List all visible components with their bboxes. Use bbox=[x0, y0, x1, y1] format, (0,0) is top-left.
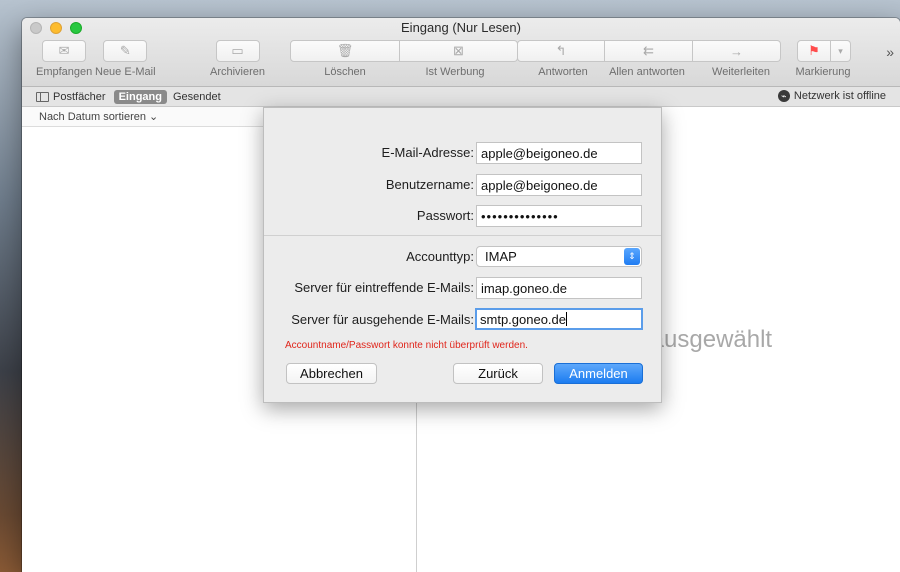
username-row: Benutzername: bbox=[264, 177, 474, 192]
email-field[interactable]: apple@beigoneo.de bbox=[476, 142, 642, 164]
reply-all-label: Allen antworten bbox=[609, 66, 685, 78]
forward-arrow-icon: → bbox=[730, 43, 743, 59]
outgoing-server-field[interactable]: smtp.goneo.de bbox=[475, 308, 643, 330]
username-field[interactable]: apple@beigoneo.de bbox=[476, 174, 642, 196]
flag-icon: ⚑ bbox=[808, 43, 820, 58]
favorites-bar: Postfächer Eingang Gesendet ⌁ Netzwerk i… bbox=[22, 87, 900, 107]
delete-junk-segment: 🗑︎ ⊠ bbox=[290, 40, 518, 62]
email-label: E-Mail-Adresse: bbox=[381, 145, 474, 160]
password-row: Passwort: bbox=[264, 208, 474, 223]
sign-in-button[interactable]: Anmelden bbox=[554, 363, 643, 384]
reply-button[interactable]: ↰ bbox=[517, 40, 605, 62]
junk-label: Ist Werbung bbox=[425, 66, 485, 78]
reply-all-button[interactable]: ⇇ bbox=[605, 40, 693, 62]
flag-button[interactable]: ⚑ bbox=[797, 40, 831, 62]
junk-button[interactable]: ⊠ bbox=[400, 40, 518, 62]
account-type-value: IMAP bbox=[485, 249, 517, 264]
account-type-label: Accounttyp: bbox=[406, 249, 474, 264]
reply-all-arrow-icon: ⇇ bbox=[643, 43, 654, 58]
add-account-dialog: E-Mail-Adresse: apple@beigoneo.de Benutz… bbox=[263, 107, 662, 403]
reply-arrow-icon: ↰ bbox=[555, 43, 567, 58]
incoming-server-label: Server für eintreffende E-Mails: bbox=[294, 280, 474, 295]
archive-box-icon: ▭ bbox=[215, 40, 260, 62]
mailboxes-label: Postfächer bbox=[53, 90, 106, 103]
password-label: Passwort: bbox=[416, 208, 474, 223]
forward-button[interactable]: → bbox=[693, 40, 781, 62]
new-mail-label: Neue E-Mail bbox=[95, 66, 156, 78]
offline-icon: ⌁ bbox=[777, 90, 790, 102]
incoming-row: Server für eintreffende E-Mails: bbox=[264, 280, 474, 295]
dialog-separator bbox=[264, 235, 661, 236]
account-type-select[interactable]: IMAP ⇕ bbox=[476, 246, 642, 267]
delete-button[interactable]: 🗑︎ bbox=[290, 40, 400, 62]
text-caret bbox=[566, 312, 568, 326]
get-mail-label: Empfangen bbox=[36, 66, 93, 78]
toolbar: Eingang (Nur Lesen) ✉ Empfangen ✎ Neue E… bbox=[22, 18, 900, 87]
favorite-inbox[interactable]: Eingang bbox=[113, 89, 167, 104]
email-row: E-Mail-Adresse: bbox=[264, 145, 474, 160]
compose-icon: ✎ bbox=[103, 40, 148, 62]
incoming-server-field[interactable]: imap.goneo.de bbox=[476, 277, 642, 299]
error-message: Accountname/Passwort konnte nicht überpr… bbox=[285, 340, 528, 351]
flag-segment: ⚑ ▾ bbox=[797, 40, 851, 62]
favorite-sent[interactable]: Gesendet bbox=[173, 91, 221, 103]
reply-segment: ↰ ⇇ → bbox=[517, 40, 781, 62]
archive-label: Archivieren bbox=[210, 66, 266, 78]
cancel-button[interactable]: Abbrechen bbox=[286, 363, 377, 384]
flag-label: Markierung bbox=[795, 66, 851, 78]
chevron-down-icon: ▾ bbox=[838, 45, 843, 56]
password-field[interactable]: •••••••••••••• bbox=[476, 205, 642, 227]
mailboxes-button[interactable]: Postfächer bbox=[36, 91, 106, 103]
flag-menu-button[interactable]: ▾ bbox=[831, 40, 851, 62]
junk-bin-icon: ⊠ bbox=[453, 43, 464, 58]
network-status[interactable]: ⌁ Netzwerk ist offline bbox=[777, 90, 886, 102]
username-label: Benutzername: bbox=[385, 177, 474, 192]
forward-label: Weiterleiten bbox=[712, 66, 770, 78]
select-arrows-icon: ⇕ bbox=[624, 248, 640, 265]
reply-label: Antworten bbox=[538, 66, 588, 78]
envelope-icon: ✉ bbox=[42, 40, 87, 62]
back-button[interactable]: Zurück bbox=[453, 363, 543, 384]
outgoing-server-label: Server für ausgehende E-Mails: bbox=[291, 312, 474, 327]
outgoing-row: Server für ausgehende E-Mails: bbox=[264, 312, 474, 327]
outgoing-server-value: smtp.goneo.de bbox=[480, 312, 567, 327]
trash-icon: 🗑︎ bbox=[336, 43, 354, 58]
network-status-label: Netzwerk ist offline bbox=[793, 90, 886, 102]
get-mail-button[interactable]: ✉ Empfangen bbox=[36, 40, 92, 78]
sidebar-icon bbox=[36, 91, 49, 102]
toolbar-overflow-button[interactable]: » bbox=[886, 44, 894, 60]
window-title: Eingang (Nur Lesen) bbox=[401, 20, 521, 35]
delete-label: Löschen bbox=[324, 66, 366, 78]
new-mail-button[interactable]: ✎ Neue E-Mail bbox=[95, 40, 156, 78]
archive-button[interactable]: ▭ Archivieren bbox=[210, 40, 265, 78]
account-type-row: Accounttyp: bbox=[264, 249, 474, 264]
